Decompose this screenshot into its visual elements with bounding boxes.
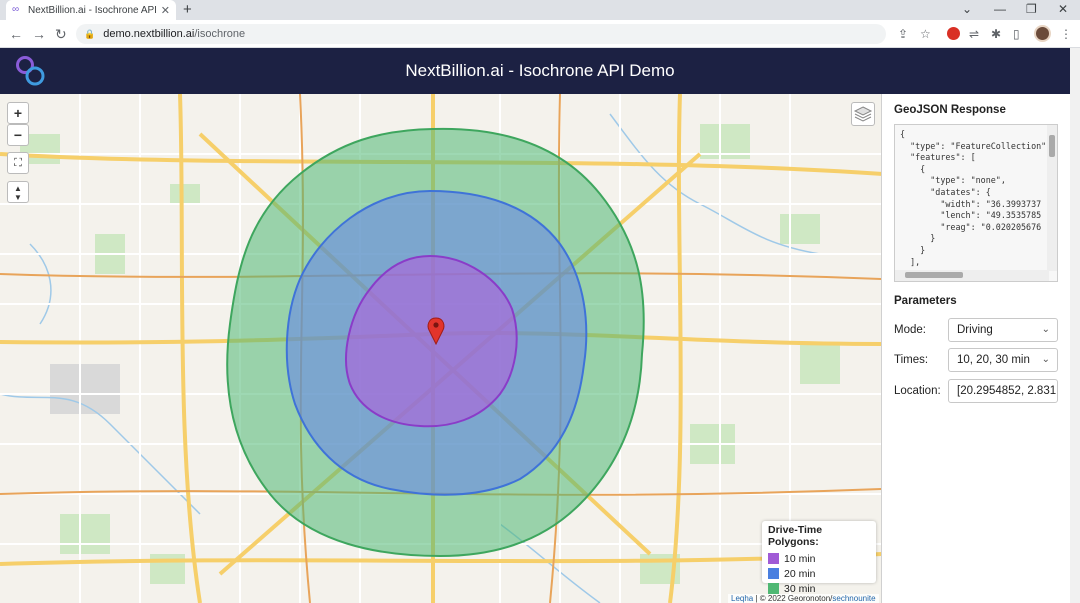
legend-label: 10 min	[784, 552, 816, 565]
puzzle-extensions-icon[interactable]: ✱	[991, 26, 1001, 42]
tab-title: NextBillion.ai - Isochrone API De	[28, 4, 157, 16]
legend-swatch-30	[768, 583, 779, 594]
parameters-heading: Parameters	[894, 295, 957, 307]
geojson-heading: GeoJSON Response	[894, 104, 1006, 116]
zoom-in-button[interactable]: +	[7, 102, 29, 124]
mode-select[interactable]: Driving ⌄	[948, 318, 1058, 342]
zoom-out-button[interactable]: −	[7, 124, 29, 146]
back-button[interactable]: ←	[9, 25, 23, 43]
location-input[interactable]: [20.2954852, 2.831	[948, 379, 1058, 403]
times-select[interactable]: 10, 20, 30 min ⌄	[948, 348, 1058, 372]
browser-toolbar: ← → ↻ 🔒 demo.nextbillion.ai/isochrone ⇪ …	[0, 20, 1080, 48]
layers-button[interactable]	[851, 102, 875, 126]
chevron-down-icon: ⌄	[1041, 324, 1050, 335]
legend-item: 20 min	[768, 566, 870, 581]
legend-label: 30 min	[784, 582, 816, 595]
legend-swatch-10	[768, 553, 779, 564]
mode-label: Mode:	[894, 324, 926, 336]
app-header: NextBillion.ai - Isochrone API Demo	[0, 48, 1070, 94]
nextbillion-logo-icon	[16, 56, 45, 86]
legend-title: Drive-Time Polygons:	[768, 524, 823, 548]
json-vertical-scrollbar[interactable]	[1047, 125, 1057, 271]
minimize-button[interactable]: —	[994, 1, 1006, 17]
tab-search-icon[interactable]: ⌄	[962, 1, 972, 17]
page-title: NextBillion.ai - Isochrone API Demo	[405, 61, 675, 80]
json-line: "reag": "0.020205676	[900, 221, 1042, 232]
times-label: Times:	[894, 354, 929, 366]
json-line: "features": [	[900, 152, 976, 163]
map-attribution: Leqha | © 2022 Georonoton/sechnounite	[728, 594, 879, 603]
legend: Drive-Time Polygons: 10 min 20 min 30 mi…	[762, 521, 876, 595]
compass-icon[interactable]: ▲ ▼	[7, 181, 29, 203]
legend-label: 20 min	[784, 567, 816, 580]
mode-value: Driving	[957, 324, 993, 336]
json-line: "type": "none",	[900, 175, 1006, 186]
attribution-text: | © 2022 Georonoton/	[755, 594, 833, 603]
browser-menu-icon[interactable]: ⋮	[1060, 26, 1072, 42]
restore-button[interactable]: ❐	[1026, 1, 1037, 17]
legend-swatch-20	[768, 568, 779, 579]
json-line: "lench": "49.3535785	[900, 210, 1042, 221]
location-value: [20.2954852, 2.831	[957, 385, 1057, 397]
nextbillion-favicon-icon: ∞	[12, 4, 20, 15]
chevron-down-icon: ⌄	[1041, 354, 1050, 365]
json-horizontal-scrollbar[interactable]	[895, 270, 1049, 281]
fullscreen-icon[interactable]: ⛶	[7, 152, 29, 174]
url-host: demo.nextbillion.ai	[103, 28, 195, 40]
profile-avatar[interactable]	[1034, 25, 1051, 42]
geojson-code: { "type": "FeatureCollection" "features"…	[895, 125, 1057, 268]
reload-button[interactable]: ↻	[55, 25, 67, 43]
forward-button[interactable]: →	[32, 25, 46, 43]
attribution-link-2[interactable]: sechnounite	[832, 594, 875, 603]
page-scrollbar[interactable]	[1070, 48, 1080, 603]
airport-area	[50, 364, 120, 414]
map-view[interactable]: + − ⛶ ▲ ▼ Drive-Time Polygons: 10 min 20 …	[0, 94, 882, 603]
close-window-button[interactable]: ✕	[1058, 1, 1068, 17]
legend-item: 10 min	[768, 551, 870, 566]
location-label: Location:	[894, 385, 941, 397]
lock-icon: 🔒	[84, 28, 96, 39]
json-line: ],	[900, 256, 921, 267]
side-panel-icon[interactable]: ▯	[1013, 26, 1020, 42]
share-icon[interactable]: ⇪	[898, 26, 908, 42]
browser-tab-bar: ∞ NextBillion.ai - Isochrone API De ✕ + …	[0, 0, 1080, 20]
geojson-response-box[interactable]: { "type": "FeatureCollection" "features"…	[894, 124, 1058, 282]
close-tab-icon[interactable]: ✕	[161, 4, 170, 17]
map-canvas	[0, 94, 881, 603]
json-line: }	[900, 233, 936, 244]
json-line: "type": "FeatureCollection"	[900, 140, 1047, 151]
browser-tab[interactable]: ∞ NextBillion.ai - Isochrone API De ✕	[6, 0, 176, 20]
json-line: "width": "36.3993737	[900, 198, 1042, 209]
json-line: "datates": {	[900, 186, 991, 197]
json-line: {	[900, 163, 926, 174]
bookmark-star-icon[interactable]: ☆	[920, 26, 931, 42]
extension-badge-icon[interactable]	[947, 27, 960, 40]
times-value: 10, 20, 30 min	[957, 354, 1030, 366]
json-line: }	[900, 244, 926, 255]
new-tab-button[interactable]: +	[183, 1, 192, 19]
url-bar[interactable]: 🔒 demo.nextbillion.ai/isochrone	[76, 24, 886, 44]
extension-icon[interactable]: ⇌	[969, 26, 979, 42]
json-line: {	[900, 129, 906, 139]
attribution-link[interactable]: Leqha	[731, 594, 753, 603]
url-path: /isochrone	[194, 28, 246, 40]
layers-icon	[853, 106, 873, 122]
side-panel: GeoJSON Response { "type": "FeatureColle…	[883, 94, 1070, 603]
